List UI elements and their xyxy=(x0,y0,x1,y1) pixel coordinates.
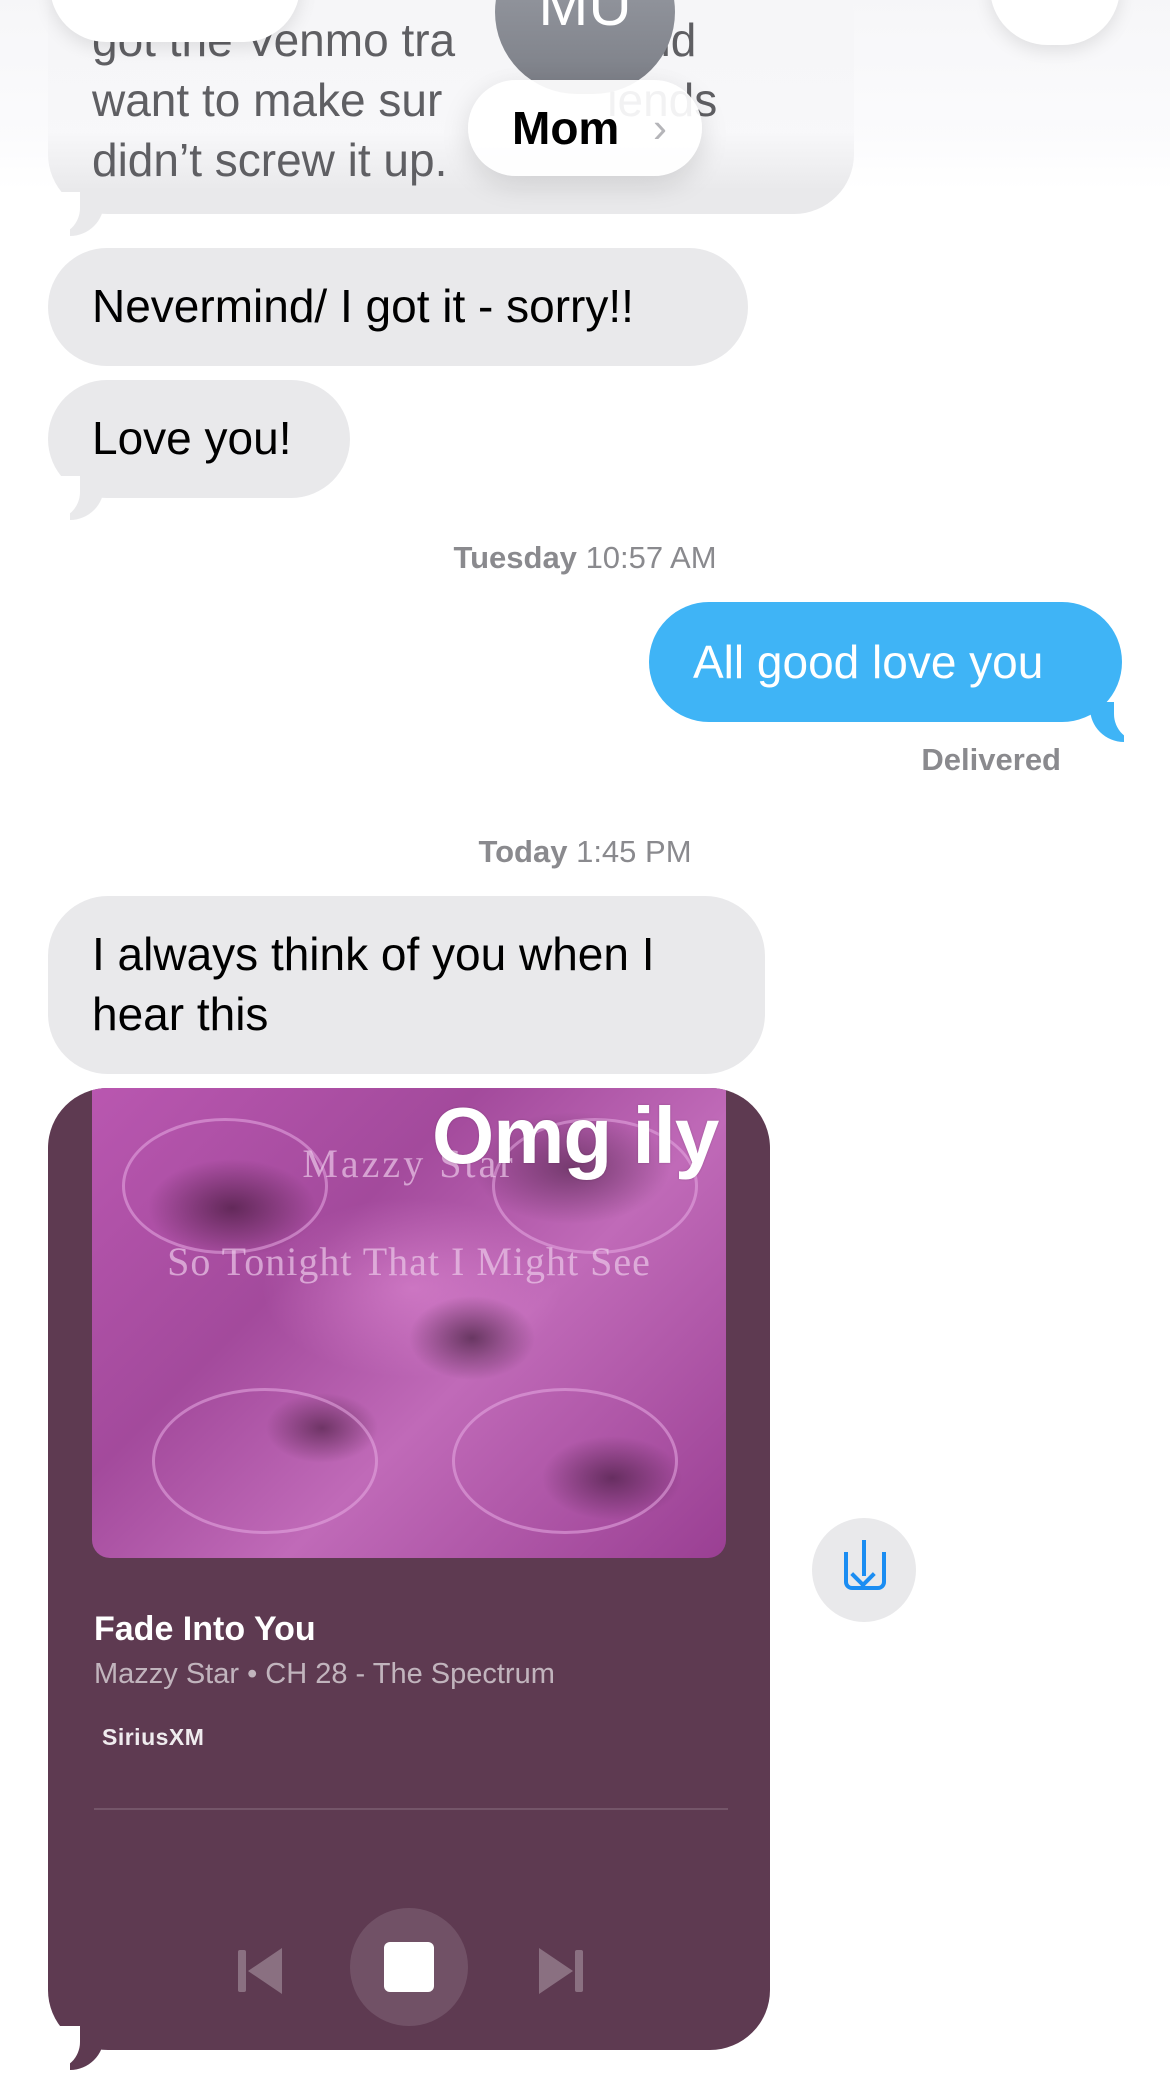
back-button[interactable]: ❮ xyxy=(50,0,300,42)
message-text: All good love you xyxy=(693,636,1044,688)
message-text: Love you! xyxy=(92,412,292,464)
chevron-right-icon: › xyxy=(653,104,667,151)
skip-back-icon xyxy=(238,1950,246,1992)
message-bubble[interactable]: Nevermind/ I got it - sorry!! xyxy=(48,248,748,366)
song-subtitle: Mazzy Star • CH 28 - The Spectrum xyxy=(94,1658,555,1690)
stop-icon xyxy=(384,1942,434,1992)
skip-back-icon-triangle xyxy=(248,1948,282,1994)
skip-forward-button[interactable] xyxy=(533,1948,583,1994)
timestamp: Tuesday 10:57 AM xyxy=(453,540,717,575)
contact-name-button[interactable]: Mom › xyxy=(468,80,702,176)
save-to-library-button[interactable] xyxy=(812,1518,916,1622)
bubble-tail xyxy=(46,476,104,520)
bubble-tail xyxy=(1090,698,1148,742)
delivery-status: Delivered xyxy=(921,742,1061,777)
skip-forward-icon-triangle xyxy=(539,1948,573,1994)
message-text: Nevermind/ I got it - sorry!! xyxy=(92,280,634,332)
timestamp: Today 1:45 PM xyxy=(478,834,692,869)
siriusxm-logo: SiriusXM xyxy=(102,1724,205,1750)
art-ornament xyxy=(452,1388,678,1534)
message-bubble-sent[interactable]: All good love you xyxy=(649,602,1122,722)
divider xyxy=(94,1808,728,1810)
skip-forward-icon xyxy=(575,1950,583,1992)
reaction-text: Omg ily xyxy=(432,1091,719,1180)
bubble-tail xyxy=(46,192,104,236)
message-bubble[interactable]: I always think of you when I hear this xyxy=(48,896,765,1074)
stop-button[interactable] xyxy=(350,1908,468,2026)
bubble-tail xyxy=(46,2026,104,2070)
message-text: I always think of you when I xyxy=(92,928,655,980)
music-share-card[interactable]: Mazzy Star So Tonight That I Might See F… xyxy=(48,1088,770,2050)
art-ornament xyxy=(152,1388,378,1534)
album-art-title: So Tonight That I Might See xyxy=(167,1239,651,1284)
contact-name: Mom xyxy=(512,102,620,154)
song-title: Fade Into You xyxy=(94,1610,316,1648)
skip-back-button[interactable] xyxy=(238,1948,288,1994)
message-text: hear this xyxy=(92,988,269,1040)
